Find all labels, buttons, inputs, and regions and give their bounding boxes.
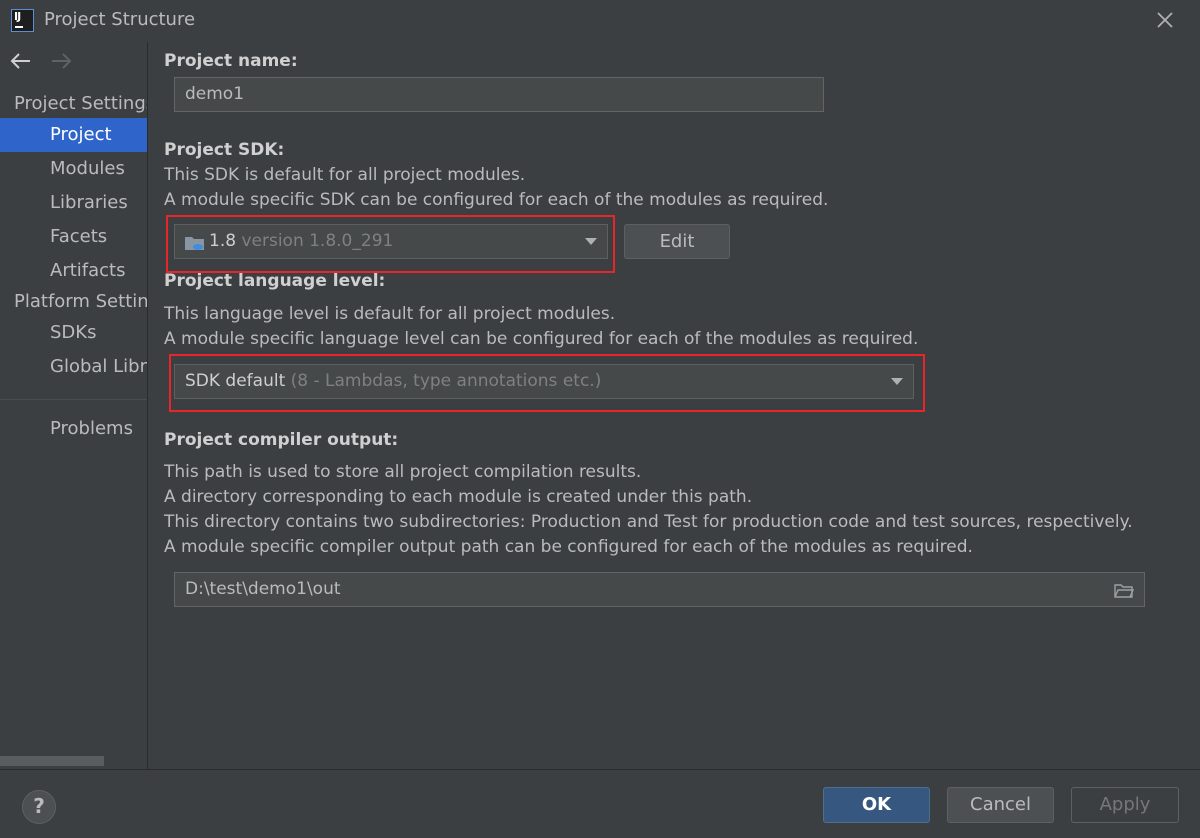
sidebar-item-global-libraries[interactable]: Global Libraries	[0, 350, 147, 384]
sidebar: Project Settings Project Modules Librari…	[0, 42, 148, 769]
cancel-button[interactable]: Cancel	[947, 787, 1054, 823]
sidebar-item-project[interactable]: Project	[0, 118, 147, 152]
forward-arrow-icon[interactable]	[48, 50, 74, 72]
sidebar-item-libraries[interactable]: Libraries	[0, 186, 147, 220]
sidebar-item-problems[interactable]: Problems	[0, 412, 147, 446]
language-level-dropdown[interactable]: SDK default (8 - Lambdas, type annotatio…	[174, 364, 914, 399]
compiler-output-description-4: A module specific compiler output path c…	[164, 537, 973, 557]
sidebar-item-artifacts[interactable]: Artifacts	[0, 254, 147, 288]
sidebar-divider	[0, 399, 147, 400]
sdk-edit-button[interactable]: Edit	[624, 224, 730, 259]
compiler-output-description-3: This directory contains two subdirectori…	[164, 512, 1133, 532]
help-button[interactable]: ?	[22, 790, 56, 824]
ok-button[interactable]: OK	[823, 787, 930, 823]
browse-folder-icon[interactable]	[1114, 583, 1134, 599]
jdk-folder-icon	[185, 237, 204, 250]
intellij-logo-icon: IJ	[11, 9, 34, 32]
language-level-description-2: A module specific language level can be …	[164, 329, 919, 349]
compiler-output-description-2: A directory corresponding to each module…	[164, 487, 753, 507]
back-arrow-icon[interactable]	[8, 50, 34, 72]
sidebar-heading-platform-settings: Platform Settings	[14, 291, 148, 312]
sidebar-item-sdks[interactable]: SDKs	[0, 316, 147, 350]
project-sdk-description: This SDK is default for all project modu…	[164, 165, 526, 185]
sidebar-horizontal-scrollbar[interactable]	[0, 756, 104, 766]
close-icon[interactable]	[1153, 8, 1177, 32]
compiler-output-description-1: This path is used to store all project c…	[164, 462, 642, 482]
sdk-version: version 1.8.0_291	[241, 231, 394, 251]
sdk-name: 1.8	[209, 231, 237, 251]
compiler-output-label: Project compiler output:	[164, 430, 399, 450]
sidebar-item-facets[interactable]: Facets	[0, 220, 147, 254]
language-level-label: Project language level:	[164, 271, 386, 291]
chevron-down-icon	[891, 378, 903, 385]
compiler-output-path-input[interactable]: D:\test\demo1\out	[174, 572, 1145, 607]
dialog-button-bar: ? OK Cancel Apply	[0, 769, 1200, 838]
language-level-name: SDK default	[185, 371, 286, 391]
sidebar-item-modules[interactable]: Modules	[0, 152, 147, 186]
project-name-label: Project name:	[164, 51, 298, 71]
project-sdk-description-2: A module specific SDK can be configured …	[164, 190, 829, 210]
sidebar-heading-project-settings: Project Settings	[14, 93, 148, 114]
apply-button[interactable]: Apply	[1071, 787, 1179, 823]
chevron-down-icon	[585, 238, 597, 245]
language-level-detail: (8 - Lambdas, type annotations etc.)	[290, 371, 602, 391]
project-name-input[interactable]: demo1	[174, 77, 824, 112]
title-bar: IJ Project Structure	[0, 0, 1200, 42]
project-sdk-dropdown[interactable]: 1.8 version 1.8.0_291	[174, 224, 608, 259]
language-level-description: This language level is default for all p…	[164, 304, 616, 324]
window-title: Project Structure	[44, 9, 196, 30]
project-sdk-label: Project SDK:	[164, 140, 285, 160]
main-panel: Project name: demo1 Project SDK: This SD…	[149, 42, 1200, 769]
compiler-output-path: D:\test\demo1\out	[185, 579, 341, 599]
